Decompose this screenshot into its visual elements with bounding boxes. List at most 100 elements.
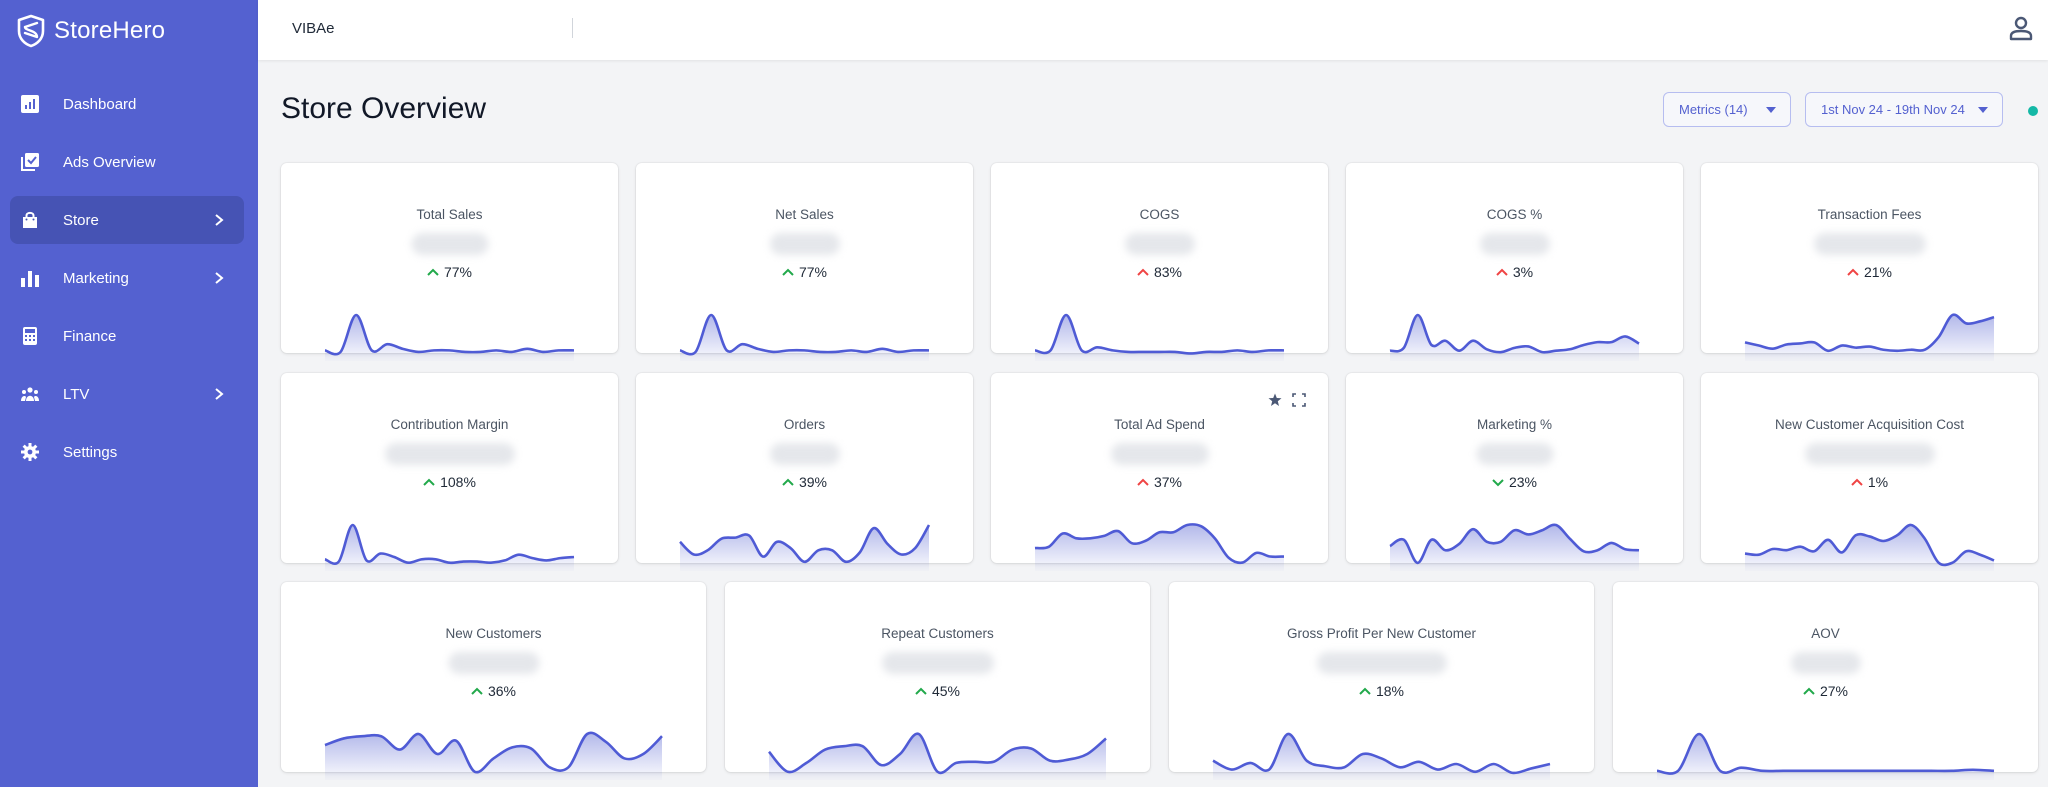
metric-card-new-customer-acquisition-cost[interactable]: New Customer Acquisition Cost 1% <box>1701 373 2038 571</box>
metric-title: AOV <box>1811 626 1840 641</box>
arrow-up-icon <box>427 268 439 276</box>
metric-title: Total Ad Spend <box>1114 417 1205 432</box>
expand-icon[interactable] <box>1292 393 1306 407</box>
sidebar-item-ads-overview[interactable]: Ads Overview <box>10 138 244 186</box>
metric-value-blurred <box>1476 443 1553 465</box>
users-group-icon <box>20 384 40 404</box>
metric-title: Orders <box>783 417 826 432</box>
sparkline-area <box>1745 314 1994 361</box>
sparkline <box>324 710 663 780</box>
metric-change: 37% <box>991 474 1328 490</box>
sidebar-item-finance[interactable]: Finance <box>10 312 244 360</box>
logo[interactable]: StoreHero <box>16 14 165 48</box>
metric-title: Net Sales <box>775 207 834 222</box>
store-name[interactable]: VIBAe <box>292 20 335 37</box>
user-icon[interactable] <box>2006 14 2036 44</box>
metric-change-value: 1% <box>1867 474 1889 490</box>
metric-title: New Customer Acquisition Cost <box>1774 417 1965 432</box>
metric-card-contribution-margin[interactable]: Contribution Margin 108% <box>281 373 618 571</box>
metric-card-cogs[interactable]: COGS 83% <box>991 163 1328 361</box>
arrow-up-icon <box>423 478 435 486</box>
caret-down-icon <box>1978 107 1988 113</box>
sidebar-item-settings[interactable]: Settings <box>10 428 244 476</box>
metric-card-total-sales[interactable]: Total Sales 77% <box>281 163 618 361</box>
shopping-bag-icon <box>20 210 40 230</box>
sparkline-chart <box>324 731 663 780</box>
metric-card-transaction-fees[interactable]: Transaction Fees 21% <box>1701 163 2038 361</box>
chevron-right-icon <box>214 213 224 227</box>
sidebar-item-store[interactable]: Store <box>10 196 244 244</box>
sidebar-item-label: Store <box>63 211 99 229</box>
sidebar-item-label: Ads Overview <box>63 153 156 171</box>
arrow-up-icon <box>1851 478 1863 486</box>
sparkline-area <box>325 732 662 780</box>
metric-value-blurred <box>384 443 515 465</box>
metric-change-value: 45% <box>931 683 961 699</box>
metric-value-blurred <box>769 443 840 465</box>
metric-card-cogs[interactable]: COGS % 3% <box>1346 163 1683 361</box>
arrow-up-icon <box>1847 268 1859 276</box>
arrow-up-icon <box>1137 478 1149 486</box>
date-range-label: 1st Nov 24 - 19th Nov 24 <box>1821 102 1965 117</box>
sparkline <box>324 291 575 361</box>
metric-change-value: 83% <box>1153 264 1183 280</box>
sparkline <box>1389 501 1640 571</box>
metric-change: 45% <box>725 683 1150 699</box>
arrow-up-icon <box>782 478 794 486</box>
metric-change-value: 21% <box>1863 264 1893 280</box>
metric-change-value: 77% <box>443 264 473 280</box>
metric-card-total-ad-spend[interactable]: Total Ad Spend 37% <box>991 373 1328 571</box>
metric-title: Total Sales <box>416 207 483 222</box>
metric-change: 21% <box>1701 264 2038 280</box>
sidebar-item-ltv[interactable]: LTV <box>10 370 244 418</box>
sidebar-nav: Dashboard Ads Overview Store Marketing F… <box>10 80 244 486</box>
metrics-dropdown-label: Metrics (14) <box>1679 102 1748 117</box>
metric-card-net-sales[interactable]: Net Sales 77% <box>636 163 973 361</box>
metrics-dropdown[interactable]: Metrics (14) <box>1663 92 1791 127</box>
marketing-bars-icon <box>20 268 40 288</box>
star-icon[interactable] <box>1268 393 1282 407</box>
calculator-icon <box>20 326 40 346</box>
metric-value-blurred <box>1479 233 1550 255</box>
metric-change-value: 39% <box>798 474 828 490</box>
metric-card-orders[interactable]: Orders 39% <box>636 373 973 571</box>
metric-change: 27% <box>1613 683 2038 699</box>
metric-change: 3% <box>1346 264 1683 280</box>
metric-card-aov[interactable]: AOV 27% <box>1613 582 2038 780</box>
metric-card-marketing[interactable]: Marketing % 23% <box>1346 373 1683 571</box>
metric-change: 1% <box>1701 474 2038 490</box>
metric-card-new-customers[interactable]: New Customers 36% <box>281 582 706 780</box>
date-range-dropdown[interactable]: 1st Nov 24 - 19th Nov 24 <box>1805 92 2003 127</box>
sparkline <box>1656 710 1995 780</box>
metric-value-blurred <box>1316 652 1447 674</box>
metric-card-repeat-customers[interactable]: Repeat Customers 45% <box>725 582 1150 780</box>
sparkline-area <box>1213 733 1550 780</box>
metric-value-blurred <box>1790 652 1861 674</box>
sparkline <box>679 291 930 361</box>
metric-change: 18% <box>1169 683 1594 699</box>
metric-card-gross-profit-per-new-customer[interactable]: Gross Profit Per New Customer 18% <box>1169 582 1594 780</box>
sidebar-item-dashboard[interactable]: Dashboard <box>10 80 244 128</box>
sparkline-chart <box>1656 732 1995 780</box>
metric-value-blurred <box>769 233 840 255</box>
sidebar-item-label: LTV <box>63 385 90 403</box>
sidebar-item-marketing[interactable]: Marketing <box>10 254 244 302</box>
metric-change-value: 36% <box>487 683 517 699</box>
metric-title: Contribution Margin <box>390 417 509 432</box>
metric-value-blurred <box>1124 233 1195 255</box>
arrow-up-icon <box>471 687 483 695</box>
sparkline <box>679 501 931 571</box>
metric-title: New Customers <box>445 626 542 641</box>
shield-logo-icon <box>17 14 45 48</box>
arrow-up-icon <box>1137 268 1149 276</box>
metric-change: 77% <box>636 264 973 280</box>
metric-change: 23% <box>1346 474 1683 490</box>
sidebar-item-label: Finance <box>63 327 117 345</box>
chevron-right-icon <box>214 271 224 285</box>
card-actions <box>1268 393 1306 407</box>
metric-title: Gross Profit Per New Customer <box>1286 626 1477 641</box>
chevron-right-icon <box>214 387 224 401</box>
metric-title: Transaction Fees <box>1817 207 1922 222</box>
metric-change-value: 23% <box>1508 474 1538 490</box>
metric-value-blurred <box>881 652 994 674</box>
